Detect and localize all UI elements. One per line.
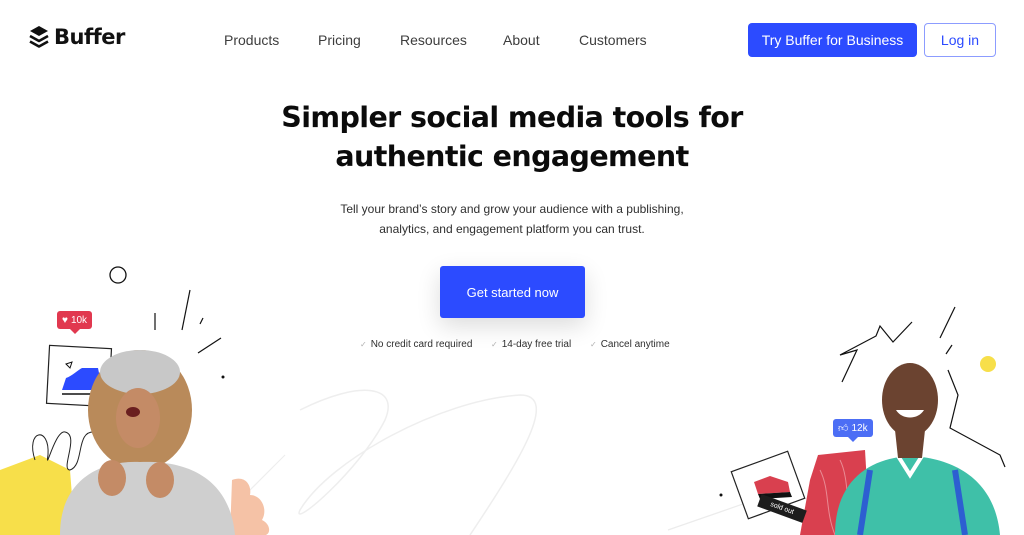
person-smile [896, 410, 924, 418]
perk-item: ✓ No credit card required [360, 339, 472, 350]
heart-icon: ♥ [62, 314, 68, 326]
nav-item-customers[interactable]: Customers [579, 30, 647, 50]
yellow-dot [980, 356, 996, 372]
red-shoe [754, 476, 790, 494]
check-icon: ✓ [360, 340, 367, 349]
person-hand [146, 462, 174, 498]
peach-blob [230, 478, 270, 535]
perk-label: No credit card required [370, 339, 473, 350]
dot [221, 375, 225, 379]
person-mouth [126, 407, 140, 417]
perk-label: 14-day free trial [501, 339, 572, 350]
perk-item: ✓ Cancel anytime [590, 339, 670, 350]
red-shape-pattern [819, 459, 856, 535]
nav-item-products[interactable]: Products [224, 30, 279, 50]
person-sweater [60, 461, 235, 535]
hero-subtitle-line-2: analytics, and engagement platform you c… [379, 222, 645, 236]
shoe-card-right [730, 450, 806, 520]
spark-line [181, 289, 191, 331]
hero-title-line-2: authentic engagement [335, 140, 689, 173]
hero-subtitle: Tell your brand’s story and grow your au… [0, 199, 1024, 239]
perk-label: Cancel anytime [600, 339, 670, 350]
faint-diagonal [239, 454, 286, 501]
nav-item-pricing[interactable]: Pricing [318, 30, 361, 50]
thumbs-up-count: 12k [851, 422, 868, 434]
spark-line [199, 317, 204, 325]
person-shirt [835, 456, 1000, 535]
check-icon: ✓ [491, 340, 498, 349]
dot [719, 493, 723, 497]
nav-item-resources[interactable]: Resources [400, 30, 467, 50]
thumbs-up-icon: 👍︎ [838, 423, 849, 434]
hero-title-line-1: Simpler social media tools for [281, 101, 743, 134]
check-icon: ✓ [590, 340, 597, 349]
likes-count: 10k [70, 314, 88, 326]
person-hand [98, 460, 126, 496]
person-hood [100, 350, 180, 394]
person-neck [895, 430, 925, 458]
site-header: Buffer Products Pricing Resources About … [0, 0, 1024, 80]
scribble-loops [32, 431, 96, 471]
shirt-collar [891, 446, 929, 479]
login-button[interactable]: Log in [924, 23, 996, 57]
faint-diagonal-right [667, 497, 761, 531]
try-business-button[interactable]: Try Buffer for Business [748, 23, 917, 57]
red-shape [800, 450, 870, 535]
swirl-line [298, 389, 538, 535]
yellow-shape [0, 455, 75, 535]
outline-circle [109, 266, 127, 284]
sold-out-label: sold out [757, 494, 807, 523]
perk-item: ✓ 14-day free trial [491, 339, 571, 350]
thumbs-up-badge: 👍︎ 12k [833, 419, 873, 442]
shoe-spikes [758, 492, 792, 499]
hero-title: Simpler social media tools for authentic… [0, 98, 1024, 176]
get-started-button[interactable]: Get started now [440, 266, 585, 318]
nav-item-about[interactable]: About [503, 30, 540, 50]
perk-list: ✓ No credit card required ✓ 14-day free … [0, 339, 1024, 355]
person-face [116, 388, 160, 448]
likes-badge: ♥ 10k [57, 311, 93, 334]
zigzag-right [947, 369, 1006, 468]
blue-shoe [62, 368, 100, 390]
person-hair [88, 350, 192, 470]
shirt-stripe [857, 469, 968, 535]
shoe-bow [65, 361, 73, 369]
person-head [882, 363, 938, 437]
hero-subtitle-line-1: Tell your brand’s story and grow your au… [340, 202, 684, 216]
spark-line [939, 306, 956, 339]
